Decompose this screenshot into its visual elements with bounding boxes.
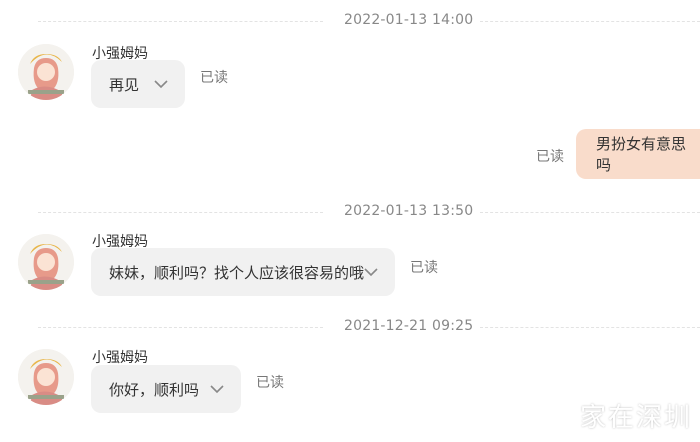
- watermark: 家在深圳: [579, 403, 692, 433]
- timestamp-divider: 2022-01-13 14:00: [0, 10, 700, 32]
- message-bubble[interactable]: 妹妹，顺利吗？找个人应该很容易的哦: [91, 248, 395, 296]
- divider-line-right: [480, 21, 700, 22]
- read-status: 已读: [256, 375, 284, 391]
- chevron-down-icon[interactable]: [153, 78, 169, 90]
- divider-line-right: [480, 327, 700, 328]
- message-text: 再见: [109, 75, 140, 94]
- avatar[interactable]: [18, 234, 74, 290]
- read-status: 已读: [410, 260, 438, 276]
- avatar[interactable]: [18, 349, 74, 405]
- chevron-down-icon[interactable]: [209, 383, 225, 395]
- message-bubble[interactable]: 再见: [91, 60, 185, 108]
- timestamp: 2021-12-21 09:25: [344, 318, 474, 334]
- avatar-illustration: [18, 44, 74, 100]
- avatar[interactable]: [18, 44, 74, 100]
- read-status: 已读: [536, 149, 564, 165]
- divider-line-left: [38, 21, 323, 22]
- divider-line-left: [38, 327, 323, 328]
- timestamp-divider: 2021-12-21 09:25: [0, 316, 700, 338]
- avatar-illustration: [18, 234, 74, 290]
- sender-name: 小强姆妈: [92, 350, 148, 366]
- divider-line-left: [38, 212, 323, 213]
- message-text: 妹妹，顺利吗？找个人应该很容易的哦: [109, 263, 365, 282]
- avatar-illustration: [18, 349, 74, 405]
- message-text: 男扮女有意思吗: [596, 135, 687, 174]
- read-status: 已读: [200, 70, 228, 86]
- own-message-bubble[interactable]: 男扮女有意思吗: [576, 129, 700, 179]
- timestamp: 2022-01-13 13:50: [344, 203, 474, 219]
- timestamp-divider: 2022-01-13 13:50: [0, 201, 700, 223]
- divider-line-right: [480, 212, 700, 213]
- message-bubble[interactable]: 你好，顺利吗: [91, 365, 241, 413]
- message-text: 你好，顺利吗: [109, 380, 200, 399]
- timestamp: 2022-01-13 14:00: [344, 12, 474, 28]
- chevron-down-icon[interactable]: [363, 266, 379, 278]
